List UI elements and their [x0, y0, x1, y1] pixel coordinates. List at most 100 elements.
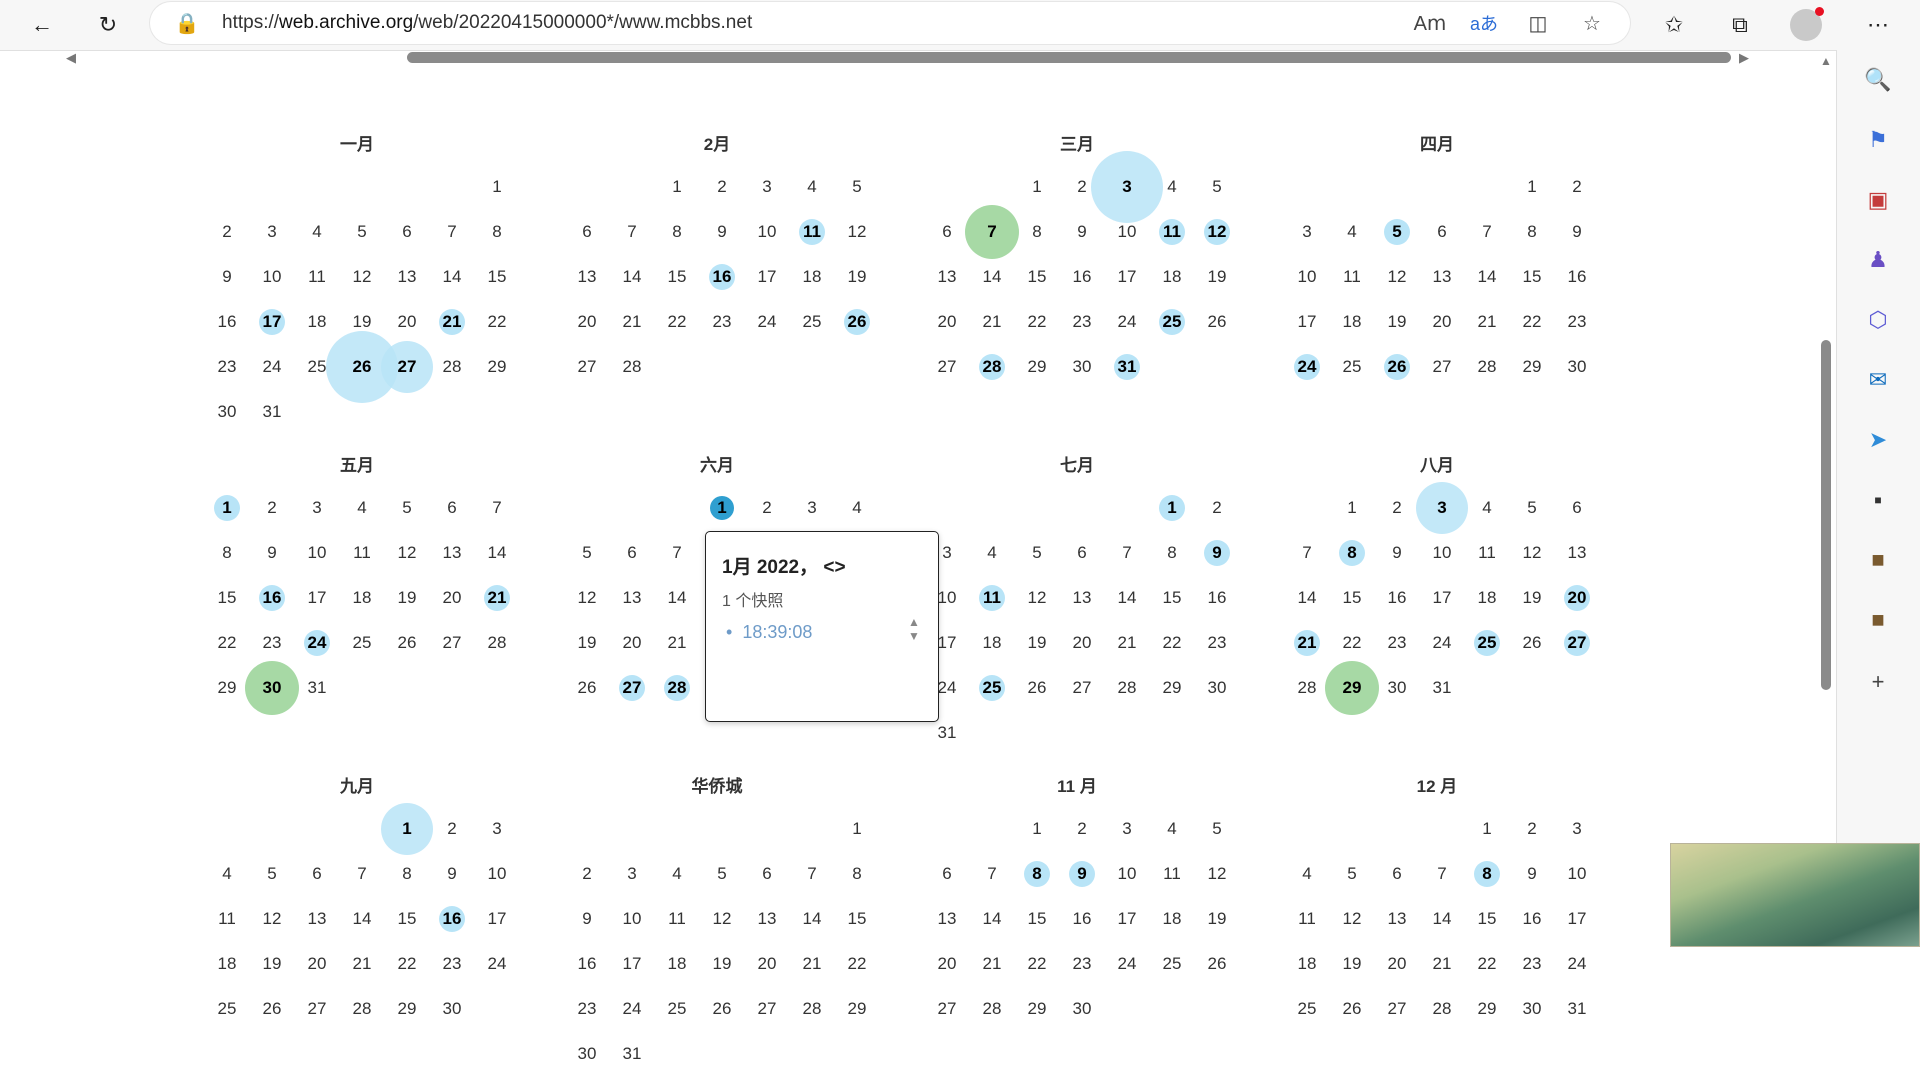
- refresh-button[interactable]: ↻: [88, 5, 128, 45]
- mcbbs-icon[interactable]: ■: [1861, 483, 1895, 517]
- calendar-day-snapshot[interactable]: 29: [1332, 674, 1372, 702]
- vertical-scroll-thumb[interactable]: [1821, 340, 1831, 690]
- split-screen-icon[interactable]: ◫: [1523, 8, 1553, 38]
- horizontal-scroll-thumb[interactable]: [407, 52, 1731, 63]
- more-button[interactable]: ⋯: [1858, 5, 1898, 45]
- calendar-day-snapshot[interactable]: 8: [1332, 539, 1372, 567]
- send-icon[interactable]: ➤: [1861, 423, 1895, 457]
- calendar-day-snapshot[interactable]: 1: [387, 815, 427, 843]
- office-icon[interactable]: ⬡: [1861, 303, 1895, 337]
- calendar-day: 20: [937, 312, 957, 331]
- calendar-day-snapshot[interactable]: 21: [432, 308, 472, 336]
- games-icon[interactable]: ♟: [1861, 243, 1895, 277]
- url-text[interactable]: https://web.archive.org/web/202204150000…: [222, 12, 752, 34]
- calendar-day: 4: [852, 498, 862, 517]
- calendar-day-snapshot[interactable]: 26: [1377, 353, 1417, 381]
- calendar-day-snapshot[interactable]: 30: [252, 674, 292, 702]
- calendar-day-snapshot[interactable]: 7: [972, 218, 1012, 246]
- calendar-day: 30: [577, 1044, 597, 1063]
- calendar-day-snapshot[interactable]: 16: [432, 905, 472, 933]
- address-bar[interactable]: 🔒 https://web.archive.org/web/2022041500…: [150, 2, 1630, 44]
- horizontal-scrollbar[interactable]: ◀ ▶: [62, 50, 1752, 66]
- calendar-day-snapshot[interactable]: 17: [252, 308, 292, 336]
- back-button[interactable]: ←: [22, 5, 62, 45]
- calendar-day-snapshot[interactable]: 9: [1062, 860, 1102, 888]
- minecraft-chest-icon[interactable]: ■: [1861, 603, 1895, 637]
- calendar-day: 18: [352, 588, 372, 607]
- calendar-day-snapshot[interactable]: 11: [1152, 218, 1192, 246]
- calendar-day-snapshot[interactable]: 31: [1107, 353, 1147, 381]
- calendar-day: 9: [1392, 543, 1402, 562]
- calendar-day: 26: [1522, 633, 1542, 652]
- favorites-button[interactable]: ✩: [1654, 5, 1694, 45]
- calendar-day: 27: [1072, 678, 1092, 697]
- calendar-day-snapshot[interactable]: 25: [1152, 308, 1192, 336]
- popup-snapshot-link[interactable]: • 18:39:08: [726, 622, 812, 643]
- calendar-day-snapshot[interactable]: 12: [1197, 218, 1237, 246]
- calendar-day-snapshot[interactable]: 21: [1287, 629, 1327, 657]
- calendar-day: 10: [622, 909, 642, 928]
- calendar-day-snapshot[interactable]: 3: [1107, 173, 1147, 201]
- calendar-day-snapshot[interactable]: 27: [387, 353, 427, 381]
- scroll-left-icon[interactable]: ◀: [66, 50, 76, 66]
- minecraft-block-icon[interactable]: ■: [1861, 543, 1895, 577]
- calendar-day-snapshot[interactable]: 16: [702, 263, 742, 291]
- calendar-day-snapshot[interactable]: 21: [477, 584, 517, 612]
- calendar-day-snapshot[interactable]: 26: [837, 308, 877, 336]
- vertical-scrollbar[interactable]: ▲: [1818, 50, 1834, 945]
- calendar-day-snapshot[interactable]: 1: [1152, 494, 1192, 522]
- calendar-day: 31: [307, 678, 327, 697]
- calendar-day-snapshot[interactable]: 27: [1557, 629, 1597, 657]
- profile-button[interactable]: [1786, 5, 1826, 45]
- add-icon[interactable]: +: [1861, 665, 1895, 699]
- search-icon[interactable]: 🔍: [1861, 63, 1895, 97]
- calendar-day-snapshot[interactable]: 8: [1017, 860, 1057, 888]
- calendar-day: 1: [1347, 498, 1357, 517]
- calendar-day-snapshot[interactable]: 16: [252, 584, 292, 612]
- calendar-day-snapshot[interactable]: 5: [1377, 218, 1417, 246]
- scroll-right-icon[interactable]: ▶: [1739, 50, 1749, 66]
- calendar-day: 6: [1437, 222, 1447, 241]
- calendar-day-snapshot[interactable]: 11: [972, 584, 1012, 612]
- calendar-day-snapshot[interactable]: 26: [342, 353, 382, 381]
- calendar-day: 30: [1072, 999, 1092, 1018]
- toolbox-icon[interactable]: ▣: [1861, 183, 1895, 217]
- calendar-day: 31: [262, 402, 282, 421]
- calendar-day-snapshot[interactable]: 3: [1422, 494, 1462, 522]
- calendar-day: 26: [1207, 954, 1227, 973]
- calendar-day: 22: [1522, 312, 1542, 331]
- star-add-icon[interactable]: ☆: [1577, 8, 1607, 38]
- calendar-day-snapshot[interactable]: 27: [612, 674, 652, 702]
- read-aloud-icon[interactable]: Aⅿ: [1414, 8, 1447, 38]
- lock-icon[interactable]: 🔒: [172, 8, 202, 38]
- outlook-icon[interactable]: ✉: [1861, 363, 1895, 397]
- calendar-day-snapshot[interactable]: 8: [1467, 860, 1507, 888]
- calendar-day-snapshot[interactable]: 25: [1467, 629, 1507, 657]
- calendar-day: 3: [1122, 819, 1132, 838]
- calendar-day: 15: [1162, 588, 1182, 607]
- calendar-day-snapshot[interactable]: 25: [972, 674, 1012, 702]
- calendar-day-snapshot[interactable]: 28: [657, 674, 697, 702]
- calendar-day-snapshot[interactable]: 28: [972, 353, 1012, 381]
- scroll-up-icon[interactable]: ▲: [1820, 54, 1832, 68]
- translate-icon[interactable]: aあ: [1469, 8, 1499, 38]
- calendar-day: 12: [352, 267, 372, 286]
- calendar-day: 1: [672, 177, 682, 196]
- collections-button[interactable]: ⧉: [1720, 5, 1760, 45]
- calendar-day-snapshot[interactable]: 1: [207, 494, 247, 522]
- calendar-day: 8: [672, 222, 682, 241]
- calendar-day-snapshot[interactable]: 24: [1287, 353, 1327, 381]
- calendar-day-snapshot[interactable]: 9: [1197, 539, 1237, 567]
- calendar-day-snapshot[interactable]: 11: [792, 218, 832, 246]
- calendar-day-snapshot[interactable]: 1: [702, 494, 742, 522]
- tag-icon[interactable]: ⚑: [1861, 123, 1895, 157]
- calendar-day: 7: [1302, 543, 1312, 562]
- calendar-day: 14: [802, 909, 822, 928]
- snapshot-time[interactable]: 18:39:08: [742, 622, 812, 642]
- calendar-day: 6: [942, 864, 952, 883]
- calendar-day-snapshot[interactable]: 24: [297, 629, 337, 657]
- calendar-day: 23: [1387, 633, 1407, 652]
- calendar-day-snapshot[interactable]: 20: [1557, 584, 1597, 612]
- popup-scroll-arrows[interactable]: ▲ ▼: [904, 615, 924, 643]
- calendar-day: 26: [262, 999, 282, 1018]
